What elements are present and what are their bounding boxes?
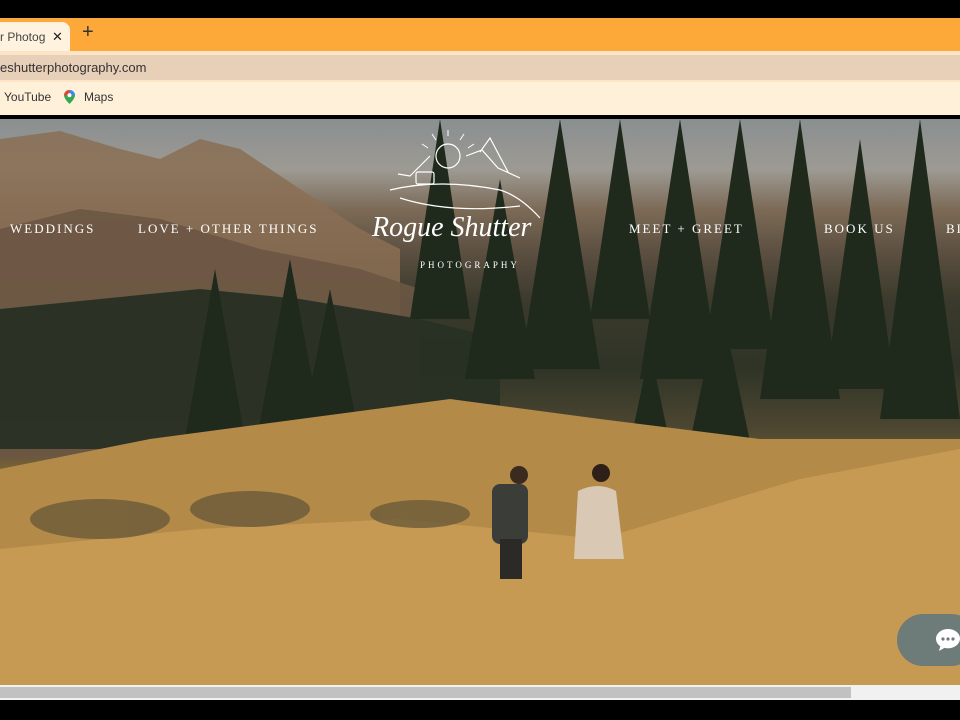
maps-pin-icon: [64, 90, 75, 104]
logo-script-text: Rogue Shutter: [372, 212, 532, 243]
new-tab-button[interactable]: +: [82, 22, 94, 42]
nav-weddings[interactable]: WEDDINGS: [10, 221, 95, 237]
close-icon[interactable]: ✕: [52, 29, 63, 45]
url-field[interactable]: eshutterphotography.com: [0, 55, 960, 80]
tab-strip: r Photog ✕: [0, 18, 960, 51]
bookmark-maps[interactable]: Maps: [64, 90, 113, 104]
nav-love-other-things[interactable]: LOVE + OTHER THINGS: [138, 221, 319, 237]
nav-meet-greet[interactable]: MEET + GREET: [629, 221, 744, 237]
url-text: eshutterphotography.com: [0, 60, 147, 75]
tab-title: r Photog: [0, 29, 46, 44]
nav-book-us[interactable]: BOOK US: [824, 221, 895, 237]
window-bottom-border: [0, 700, 960, 720]
bookmark-youtube[interactable]: YouTube: [4, 90, 51, 104]
browser-tab-active[interactable]: r Photog ✕: [0, 22, 70, 51]
window-top-border: [0, 0, 960, 18]
chat-button[interactable]: [897, 614, 960, 666]
nav-blog[interactable]: BL: [946, 221, 960, 237]
bookmark-label: YouTube: [4, 90, 52, 104]
bookmark-label: Maps: [84, 90, 114, 104]
chat-bubble-icon: [936, 629, 960, 651]
rogue-shutter-logo-icon[interactable]: [370, 128, 550, 273]
logo-subtitle: PHOTOGRAPHY: [420, 260, 520, 270]
bookmarks-bar: [0, 82, 960, 115]
scrollbar-thumb[interactable]: [0, 687, 851, 698]
